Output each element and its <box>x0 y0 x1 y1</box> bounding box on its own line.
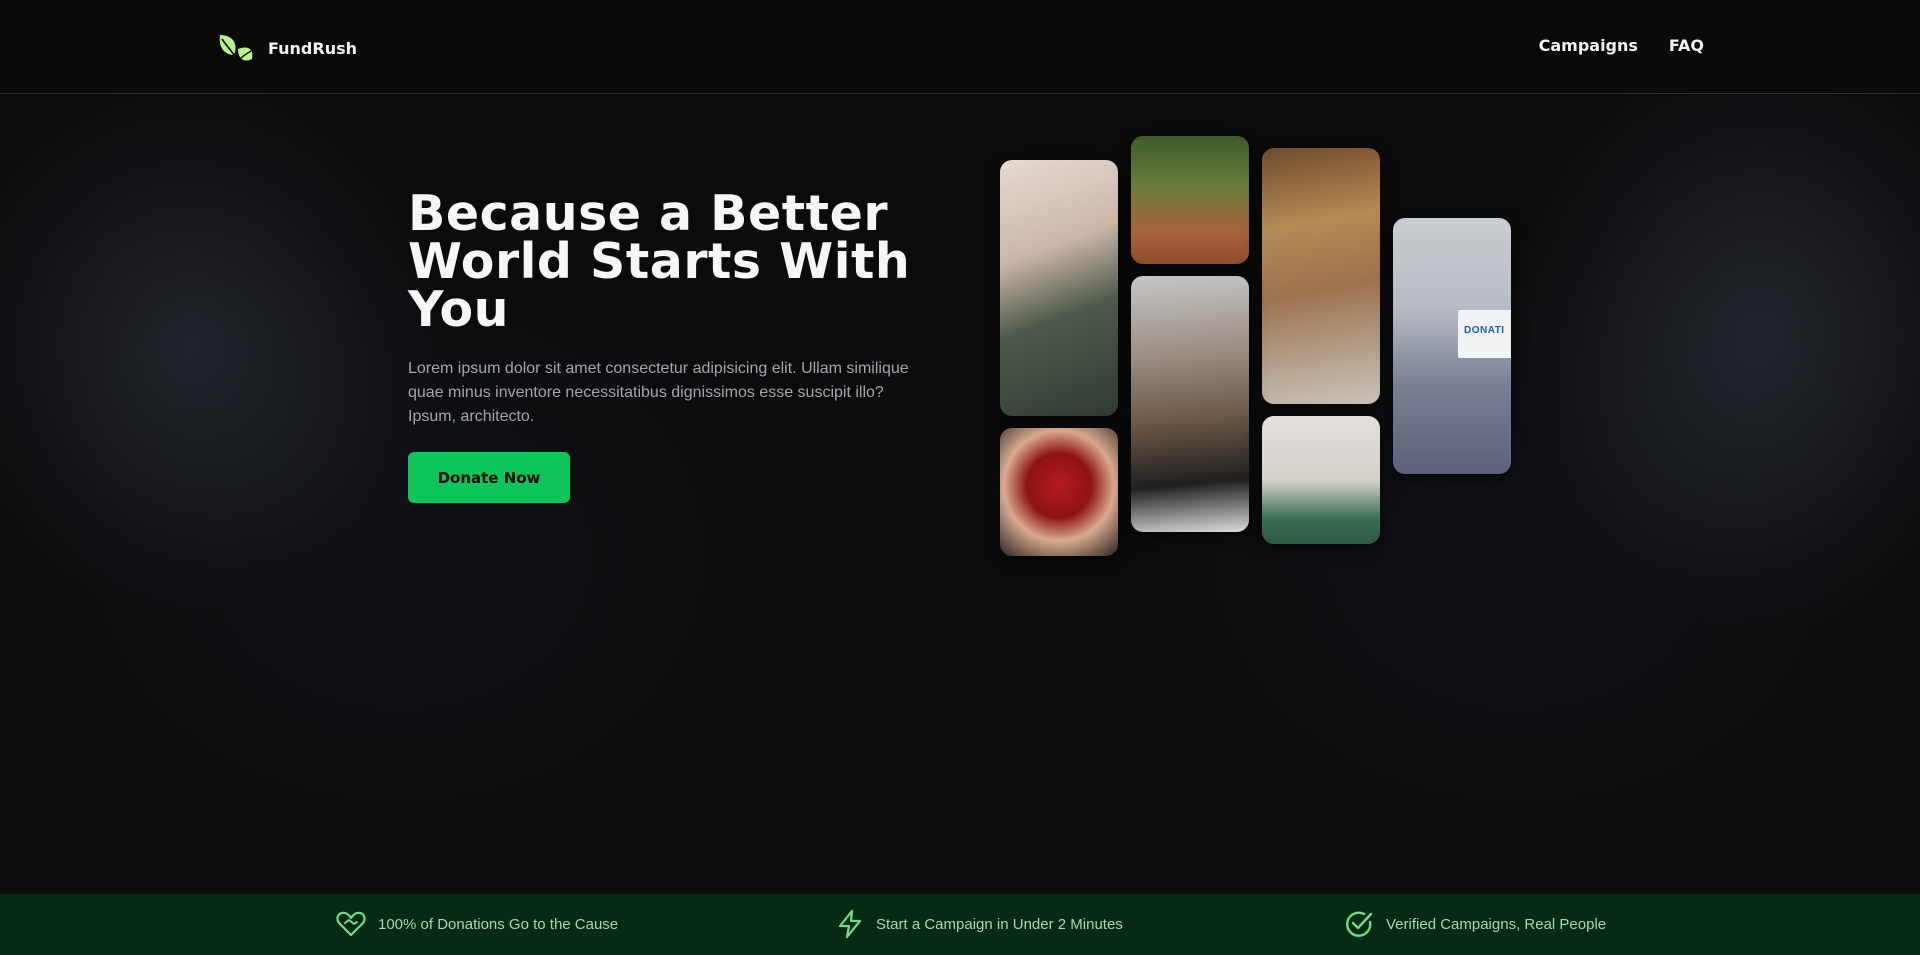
feature-label: 100% of Donations Go to the Cause <box>378 915 619 933</box>
photo-smiling-man <box>1000 160 1118 416</box>
hero-title: Because a Better World Starts With You <box>408 185 911 338</box>
hero-description: Lorem ipsum dolor sit amet consectetur a… <box>408 360 909 425</box>
brand-logo[interactable]: FundRush <box>216 28 357 68</box>
donate-now-button[interactable]: Donate Now <box>408 452 570 503</box>
feature-donations: 100% of Donations Go to the Cause <box>336 908 618 940</box>
photo-volunteers-boxes <box>1131 276 1249 532</box>
main-nav: Campaigns FAQ <box>1539 36 1704 55</box>
photo-woman-donation-box: DONATI <box>1393 218 1511 474</box>
photo-children-running <box>1131 136 1249 264</box>
donation-box: DONATI <box>1458 310 1511 358</box>
feature-verified: Verified Campaigns, Real People <box>1344 908 1606 940</box>
photo-laughing-child <box>1262 148 1380 404</box>
nav-campaigns-link[interactable]: Campaigns <box>1539 36 1638 55</box>
nav-faq-link[interactable]: FAQ <box>1669 36 1704 55</box>
heart-handshake-icon <box>336 911 366 937</box>
features-bar: 100% of Donations Go to the Cause Start … <box>0 894 1920 955</box>
check-circle-icon <box>1346 911 1373 937</box>
lightning-icon <box>838 909 862 939</box>
brand-name: FundRush <box>268 38 357 58</box>
feature-campaign: Start a Campaign in Under 2 Minutes <box>836 908 1123 940</box>
site-header: FundRush Campaigns FAQ <box>0 0 1920 94</box>
feature-label: Verified Campaigns, Real People <box>1386 915 1607 933</box>
feature-label: Start a Campaign in Under 2 Minutes <box>876 915 1123 933</box>
leaf-logo-icon <box>219 35 253 61</box>
photo-hands-heart <box>1000 428 1118 556</box>
photo-wheelchair-friends <box>1262 416 1380 544</box>
hero-section <box>0 95 1920 894</box>
